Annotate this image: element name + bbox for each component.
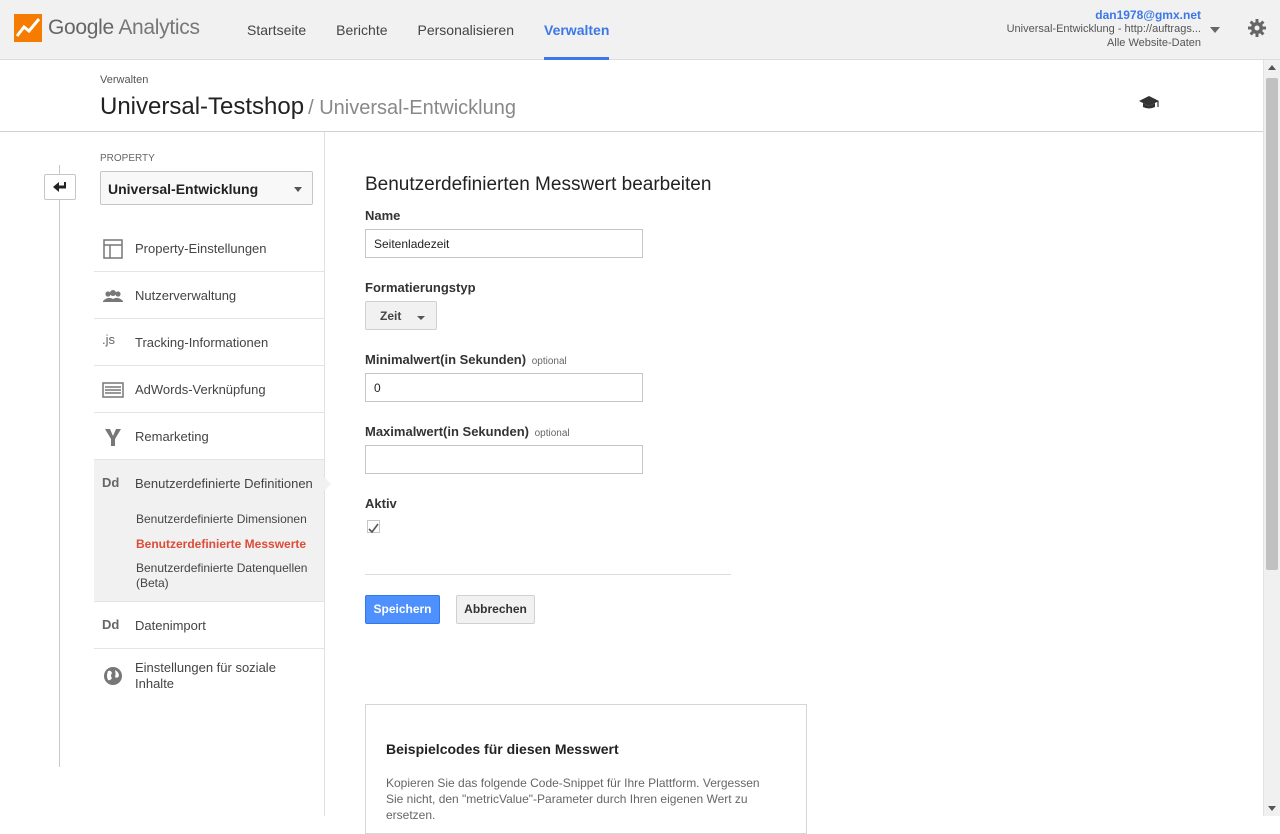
back-arrow-icon: [53, 182, 66, 192]
sidebar-item-tracking-info[interactable]: .js Tracking-Informationen: [94, 319, 324, 366]
users-icon: [103, 290, 123, 302]
nav-startseite[interactable]: Startseite: [247, 0, 306, 60]
format-type-value: Zeit: [380, 309, 402, 323]
sidebar-item-label: Benutzerdefinierte Definitionen: [135, 476, 313, 491]
nav-personalisieren[interactable]: Personalisieren: [418, 0, 515, 60]
min-optional-hint: optional: [531, 356, 567, 367]
max-value-label: Maximalwert(in Sekunden) optional: [365, 424, 570, 439]
remarketing-icon: [105, 429, 121, 446]
sidebar-item-data-import[interactable]: Dd Datenimport: [94, 602, 324, 649]
property-label: PROPERTY: [100, 153, 155, 164]
account-property: Universal-Entwicklung - http://auftrags.…: [1006, 23, 1201, 35]
gear-icon[interactable]: [1247, 18, 1267, 38]
min-value-label-text: Minimalwert(in Sekunden): [365, 352, 527, 367]
sidebar-rail: [59, 165, 60, 767]
brand-product: Analytics: [118, 16, 200, 39]
sidebar-item-label: Remarketing: [135, 429, 209, 444]
max-optional-hint: optional: [534, 428, 570, 439]
sidebar-item-social-settings[interactable]: Einstellungen für soziale Inhalte: [94, 649, 324, 705]
format-type-label: Formatierungstyp: [365, 280, 476, 295]
account-switcher[interactable]: dan1978@gmx.net Universal-Entwicklung - …: [1007, 8, 1201, 50]
max-value-input[interactable]: [365, 445, 643, 474]
back-button[interactable]: [44, 174, 76, 200]
active-checkbox[interactable]: [367, 520, 380, 534]
sidebar-item-label: AdWords-Verknüpfung: [135, 382, 266, 397]
sidebar-item-label: Tracking-Informationen: [135, 335, 269, 350]
page-header: Verwalten Universal-Testshop / Universal-…: [0, 60, 1263, 132]
sidebar-divider: [324, 132, 325, 816]
main-nav: Startseite Berichte Personalisieren Verw…: [247, 0, 610, 60]
checkmark-icon: [368, 523, 379, 534]
globe-icon: [104, 667, 122, 685]
scroll-down-icon[interactable]: [1268, 806, 1276, 811]
sidebar-item-label: Datenimport: [135, 618, 206, 633]
form-title: Benutzerdefinierten Messwert bearbeiten: [365, 174, 712, 195]
scroll-up-icon[interactable]: [1268, 65, 1276, 70]
max-value-label-text: Maximalwert(in Sekunden): [365, 424, 529, 439]
graduation-cap-icon[interactable]: [1138, 95, 1160, 111]
dd-icon: Dd: [102, 617, 120, 632]
sidebar-item-label: Property-Einstellungen: [135, 241, 267, 256]
adwords-icon: [102, 382, 124, 398]
nav-verwalten[interactable]: Verwalten: [544, 0, 610, 60]
sidebar-item-adwords[interactable]: AdWords-Verknüpfung: [94, 366, 324, 413]
page-scrollbar[interactable]: [1263, 60, 1280, 816]
min-value-input[interactable]: [365, 373, 643, 402]
sidebar-item-custom-definitions[interactable]: Dd Benutzerdefinierte Definitionen: [94, 460, 324, 507]
sub-item-custom-metrics[interactable]: Benutzerdefinierte Messwerte: [136, 537, 306, 552]
account-view: Alle Website-Daten: [1107, 37, 1201, 49]
account-dropdown-icon[interactable]: [1210, 27, 1220, 33]
sidebar-item-remarketing[interactable]: Remarketing: [94, 413, 324, 460]
layout-icon: [103, 239, 123, 259]
account-title: Universal-Testshop: [100, 93, 305, 120]
nav-berichte[interactable]: Berichte: [336, 0, 387, 60]
format-type-dropdown[interactable]: Zeit: [365, 301, 437, 330]
breadcrumb[interactable]: Verwalten: [100, 74, 148, 86]
dd-icon: Dd: [102, 475, 120, 490]
sidebar-item-label: Nutzerverwaltung: [135, 288, 237, 303]
sub-item-custom-dimensions[interactable]: Benutzerdefinierte Dimensionen: [136, 512, 307, 527]
brand-google: Google: [48, 16, 114, 39]
sidebar-group-custom-definitions: Dd Benutzerdefinierte Definitionen Benut…: [94, 460, 331, 602]
sidebar-item-label: Einstellungen für soziale Inhalte: [135, 660, 276, 691]
name-input[interactable]: [365, 229, 643, 258]
property-select[interactable]: Universal-Entwicklung: [100, 171, 313, 205]
chevron-down-icon: [294, 187, 302, 192]
js-icon: .js: [102, 332, 115, 347]
scroll-thumb[interactable]: [1266, 78, 1278, 570]
active-label: Aktiv: [365, 496, 397, 511]
cancel-button[interactable]: Abbrechen: [456, 595, 535, 624]
property-subtitle: / Universal-Entwicklung: [308, 97, 516, 119]
analytics-logo-icon[interactable]: [14, 14, 42, 42]
sidebar-item-property-settings[interactable]: Property-Einstellungen: [94, 225, 324, 272]
form-divider: [365, 574, 731, 575]
top-bar: Google Analytics Startseite Berichte Per…: [0, 0, 1280, 60]
brand-name[interactable]: Google Analytics: [48, 16, 200, 40]
sample-code-box: Beispielcodes für diesen Messwert Kopier…: [365, 704, 807, 834]
sidebar-item-user-management[interactable]: Nutzerverwaltung: [94, 272, 324, 319]
chevron-down-icon: [417, 316, 425, 320]
save-button[interactable]: Speichern: [365, 595, 440, 624]
property-select-value: Universal-Entwicklung: [108, 181, 259, 197]
sub-item-custom-data-sources[interactable]: Benutzerdefinierte Datenquellen (Beta): [136, 561, 321, 591]
sample-code-title: Beispielcodes für diesen Messwert: [386, 741, 619, 757]
name-label: Name: [365, 208, 401, 223]
active-pointer: [323, 476, 331, 492]
account-email: dan1978@gmx.net: [1095, 8, 1201, 22]
page-title: Universal-Testshop / Universal-Entwicklun…: [100, 93, 516, 121]
min-value-label: Minimalwert(in Sekunden) optional: [365, 352, 567, 367]
